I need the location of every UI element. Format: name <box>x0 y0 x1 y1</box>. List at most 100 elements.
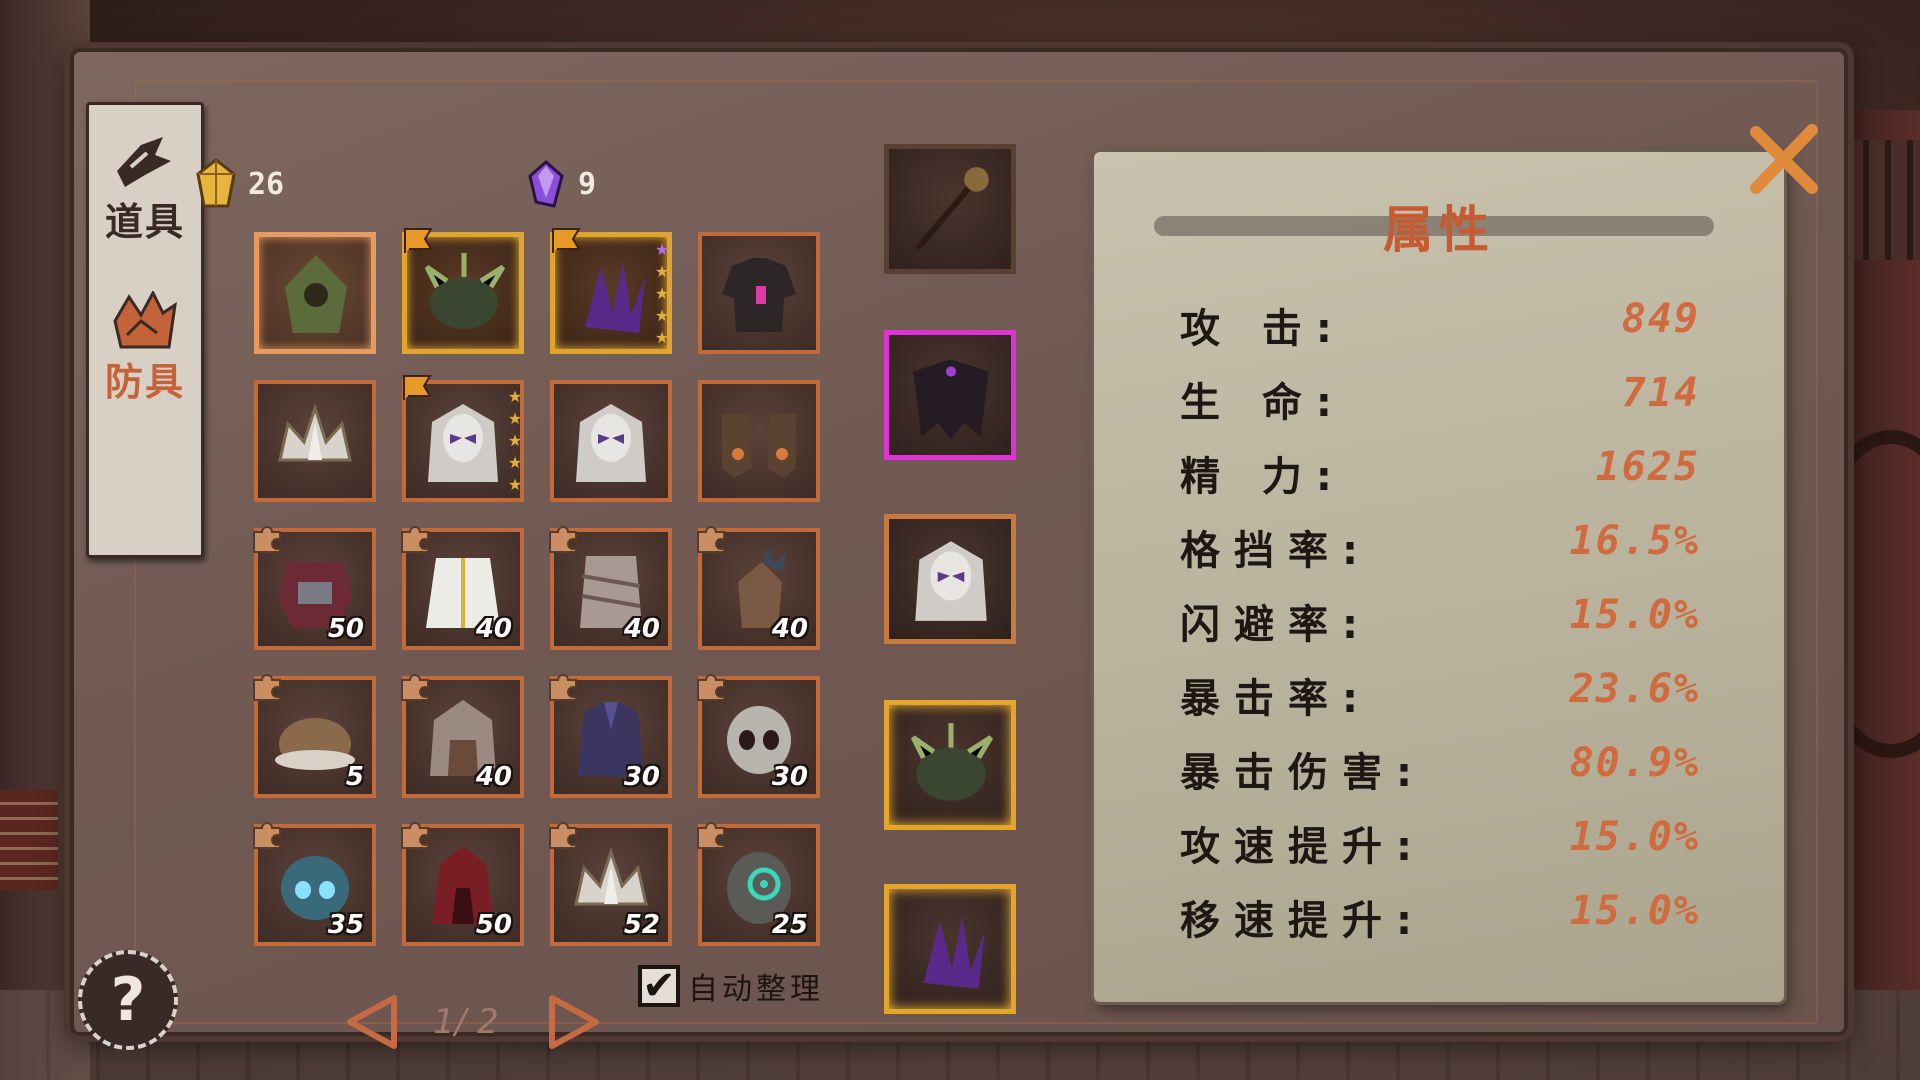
item-count: 40 <box>771 614 808 644</box>
stat-row: 暴击伤害: 80.9% <box>1180 736 1700 796</box>
item-count: 30 <box>623 762 660 792</box>
gem-counter: 9 <box>524 156 596 212</box>
inventory-slot[interactable]: 5 <box>253 674 376 798</box>
stat-row: 移速提升: 15.0% <box>1180 884 1700 944</box>
item-count: 25 <box>771 910 808 940</box>
close-button[interactable] <box>1744 120 1824 200</box>
equipped-slot[interactable] <box>884 330 1016 460</box>
stat-label: 生 命: <box>1180 380 1346 426</box>
new-flag-icon <box>552 228 581 253</box>
inventory-slot[interactable]: 30 <box>697 674 820 798</box>
veiled-mask-icon <box>915 541 987 621</box>
inventory-slot[interactable]: 52 <box>549 822 672 946</box>
inventory-slot[interactable]: 40 <box>401 674 524 798</box>
puzzle-piece-icon <box>253 526 281 553</box>
background-books <box>0 790 58 890</box>
inventory-slot[interactable]: 25 <box>697 822 820 946</box>
star-icon: ★ <box>654 328 670 347</box>
dark-shirt-icon <box>722 258 796 332</box>
auto-sort-toggle[interactable]: ✔ 自动整理 <box>638 964 824 1008</box>
checkmark-icon: ✔ <box>642 963 676 1009</box>
new-flag-icon <box>404 228 433 253</box>
next-page-button[interactable] <box>544 992 604 1052</box>
thorned-helmet-icon <box>424 253 506 329</box>
inventory-slot[interactable]: 35 <box>253 822 376 946</box>
gem-amount: 9 <box>578 166 597 202</box>
veiled-mask-icon <box>576 404 646 482</box>
stat-row: 生 命: 714 <box>1180 366 1700 426</box>
shadow-claw-icon <box>585 261 645 333</box>
goblin-hood-icon <box>285 255 347 333</box>
equipped-slot[interactable] <box>884 700 1016 830</box>
inventory-slot[interactable]: 30 <box>549 674 672 798</box>
inventory-slot[interactable] <box>254 380 376 502</box>
stat-label: 暴击伤害: <box>1180 750 1426 796</box>
puzzle-piece-icon <box>549 822 577 849</box>
star-icon: ★ <box>507 431 523 450</box>
item-count: 35 <box>327 910 364 940</box>
tab-armor[interactable]: 防具 <box>95 285 195 404</box>
stat-label: 闪避率: <box>1180 602 1372 648</box>
staff-weapon-icon <box>914 167 989 251</box>
auto-sort-label: 自动整理 <box>688 972 824 1007</box>
inventory-grid: ★ ★ ★ ★ ★ ★ ★ ★ ★ ★ 50 40 40 40 5 40 30 30 35 50 52 25 <box>253 228 854 952</box>
puzzle-piece-icon <box>253 674 281 701</box>
inventory-slot[interactable] <box>698 380 820 502</box>
stat-value: 15.0% <box>1569 592 1700 638</box>
stat-value: 15.0% <box>1569 888 1700 934</box>
inventory-slot[interactable]: 40 <box>697 526 820 650</box>
star-icon: ★ <box>654 306 670 325</box>
star-icon: ★ <box>654 262 670 281</box>
inventory-slot[interactable] <box>254 232 376 354</box>
inventory-slot[interactable]: 50 <box>401 822 524 946</box>
armor-shards-icon <box>113 291 177 349</box>
inventory-slot[interactable] <box>698 232 820 354</box>
stats-panel: 属性 攻 击: 849 生 命: 714 精 力: 1625 格挡率: 16.5% 闪避率: 15… <box>1094 152 1784 1002</box>
star-rating: ★ ★ ★ ★ ★ <box>506 386 524 496</box>
inventory-slot[interactable]: 50 <box>253 526 376 650</box>
item-count: 50 <box>327 614 364 644</box>
inventory-slot[interactable] <box>550 380 672 502</box>
help-button[interactable]: ? <box>78 950 178 1050</box>
inventory-slot[interactable]: ★ ★ ★ ★ ★ <box>402 375 524 502</box>
item-count: 52 <box>623 910 660 940</box>
equipped-slot[interactable] <box>884 884 1016 1014</box>
new-flag-icon <box>403 375 432 400</box>
stat-value: 16.5% <box>1569 518 1700 564</box>
item-count: 30 <box>771 762 808 792</box>
puzzle-piece-icon <box>549 526 577 553</box>
star-icon: ★ <box>654 240 670 259</box>
puzzle-piece-icon <box>401 526 429 553</box>
tab-items[interactable]: 道具 <box>95 125 195 244</box>
pickaxe-icon <box>117 137 171 187</box>
question-mark-icon: ? <box>110 965 146 1035</box>
auto-sort-checkbox[interactable]: ✔ <box>638 965 680 1007</box>
thorned-helmet-icon <box>910 723 994 801</box>
stat-row: 攻速提升: 15.0% <box>1180 810 1700 870</box>
equipped-slot[interactable] <box>884 144 1016 274</box>
puzzle-piece-icon <box>697 822 725 849</box>
stat-label: 精 力: <box>1180 454 1346 500</box>
inventory-slot[interactable]: 40 <box>401 526 524 650</box>
shadow-claw-icon <box>923 915 985 989</box>
stat-value: 15.0% <box>1569 814 1700 860</box>
inventory-slot[interactable]: ★ ★ ★ ★ ★ <box>550 228 672 354</box>
stat-row: 格挡率: 16.5% <box>1180 514 1700 574</box>
prev-page-button[interactable] <box>342 992 402 1052</box>
star-icon: ★ <box>507 475 523 494</box>
tab-items-label: 道具 <box>104 200 185 244</box>
puzzle-piece-icon <box>697 526 725 553</box>
star-icon: ★ <box>507 409 523 428</box>
inventory-slot[interactable] <box>402 228 524 354</box>
puzzle-piece-icon <box>253 822 281 849</box>
stat-label: 移速提升: <box>1180 898 1426 944</box>
inventory-slot[interactable]: 40 <box>549 526 672 650</box>
stat-row: 攻 击: 849 <box>1180 292 1700 352</box>
equipped-slot[interactable] <box>884 514 1016 644</box>
veiled-mask-icon <box>428 404 498 482</box>
puzzle-piece-icon <box>401 822 429 849</box>
stat-row: 精 力: 1625 <box>1180 440 1700 500</box>
stats-title: 属性 <box>1383 201 1495 259</box>
item-count: 50 <box>475 910 512 940</box>
stat-value: 714 <box>1621 370 1700 416</box>
